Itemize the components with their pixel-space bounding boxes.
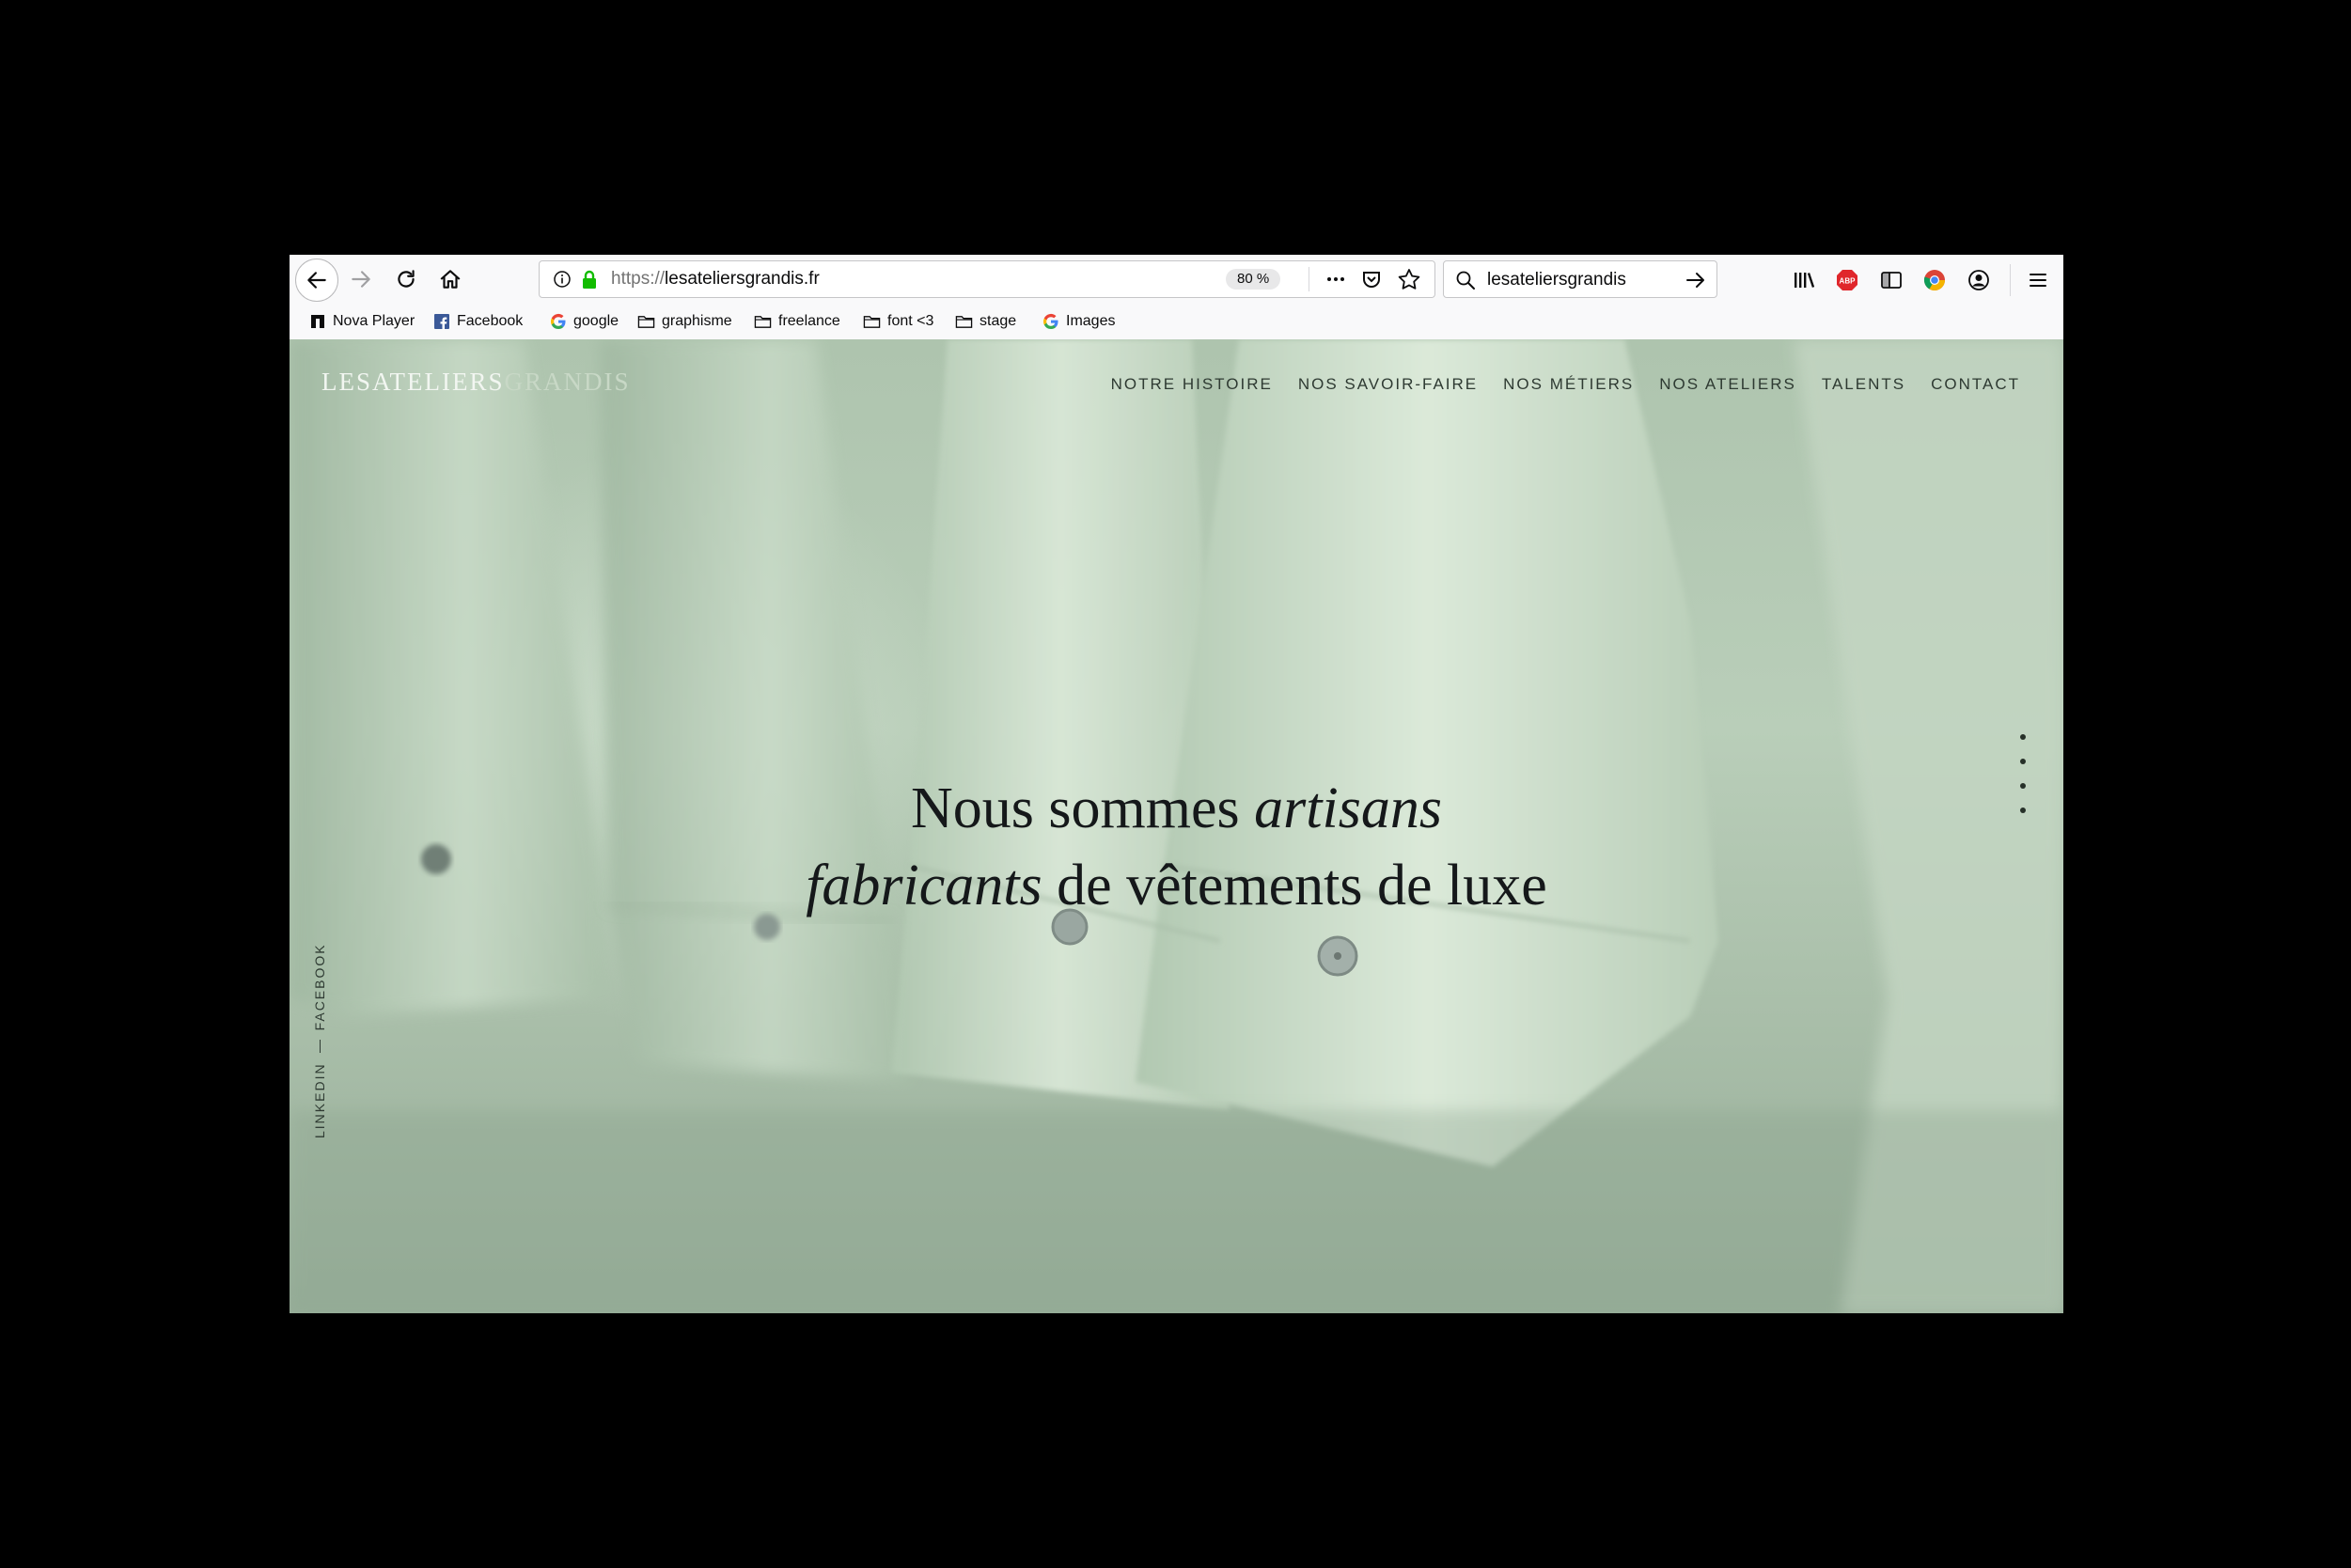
bookmark-folder-font[interactable]: font <3 [863,310,933,333]
bookmark-label: font <3 [887,313,934,329]
back-arrow-icon [307,272,326,289]
star-icon[interactable] [1395,267,1423,291]
nav-notre-histoire[interactable]: NOTRE HISTOIRE [1111,375,1273,394]
web-page: LESATELIERSGRANDIS NOTRE HISTOIRE NOS SA… [290,339,2063,1313]
more-icon[interactable] [1320,267,1352,291]
hero-heading: Nous sommes artisans fabricants de vêtem… [290,770,2063,924]
back-button[interactable] [295,259,338,302]
logo-part-ateliers: ATELIERS [372,368,505,396]
nav-contact[interactable]: CONTACT [1931,375,2020,394]
social-links: LINKEDIN FACEBOOK [312,913,331,1138]
search-icon [1456,271,1475,290]
arrow-right-icon[interactable] [1685,269,1707,291]
menu-button[interactable] [2024,266,2052,294]
bookmark-google[interactable]: google [549,310,619,333]
account-icon [1968,270,1989,290]
account-button[interactable] [1965,266,1993,294]
adblock-plus-icon: ABP [1837,270,1857,290]
nav-nos-savoir-faire[interactable]: NOS SAVOIR-FAIRE [1298,375,1478,394]
bookmark-label: google [573,313,619,329]
nav-nos-metiers[interactable]: NOS MÉTIERS [1503,375,1634,394]
lock-icon[interactable] [581,269,598,290]
hero-emphasis: fabricants [806,854,1042,917]
sidebar-icon [1881,272,1902,289]
bookmarks-bar: Nova Player Facebook google graphisme fr… [290,304,2063,340]
google-icon [549,313,567,331]
url-protocol: https:// [611,269,666,289]
pagination-dot[interactable] [2020,759,2026,764]
nova-icon [308,313,326,331]
hero-emphasis: artisans [1254,776,1442,840]
folder-icon [754,313,772,331]
hero-text: de vêtements de luxe [1042,854,1547,917]
hero-line-2: fabricants de vêtements de luxe [806,854,1547,917]
folder-icon [863,313,881,331]
info-icon[interactable] [553,270,572,289]
folder-icon [955,313,973,331]
url-host: lesateliersgrandis.fr [665,269,820,289]
facebook-link[interactable]: FACEBOOK [312,943,327,1030]
folder-icon [637,313,655,331]
hero-line-1: Nous sommes artisans [911,776,1442,840]
forward-button[interactable] [342,260,380,298]
bookmark-label: Nova Player [333,313,415,329]
bookmark-label: graphisme [662,313,732,329]
hero-text: Nous sommes [911,776,1255,840]
library-icon [1795,273,1815,288]
chrome-icon [1923,270,1945,290]
bookmark-folder-freelance[interactable]: freelance [754,310,840,333]
bookmark-folder-stage[interactable]: stage [955,310,1016,333]
bookmark-folder-graphisme[interactable]: graphisme [637,310,732,333]
zoom-indicator[interactable]: 80 % [1226,269,1281,290]
home-button[interactable] [431,260,469,298]
bookmark-label: Images [1066,313,1116,329]
linkedin-link[interactable]: LINKEDIN [312,1062,327,1138]
main-navigation: NOTRE HISTOIRE NOS SAVOIR-FAIRE NOS MÉTI… [1086,375,2020,394]
svg-text:ABP: ABP [1840,277,1857,286]
browser-toolbar: https://lesateliersgrandis.fr 80 % lesat… [290,255,2063,304]
nav-nos-ateliers[interactable]: NOS ATELIERS [1659,375,1796,394]
bookmark-label: Facebook [457,313,524,329]
browser-window: https://lesateliersgrandis.fr 80 % lesat… [290,255,2063,1313]
facebook-icon [432,313,450,331]
logo-part-les: LES [321,368,373,396]
search-input[interactable]: lesateliersgrandis [1487,270,1626,290]
bookmark-label: freelance [778,313,840,329]
toolbar-separator [2010,264,2011,296]
home-icon [440,270,461,289]
adblock-button[interactable]: ABP [1833,266,1861,294]
nav-talents[interactable]: TALENTS [1822,375,1905,394]
bookmark-nova-player[interactable]: Nova Player [308,310,415,333]
forward-arrow-icon [352,271,370,288]
bookmark-label: stage [980,313,1017,329]
library-button[interactable] [1790,266,1818,294]
hamburger-menu-icon [2030,274,2046,287]
search-bar[interactable]: lesateliersgrandis [1443,260,1717,298]
logo-part-grandis: GRANDIS [504,368,631,396]
reload-button[interactable] [387,260,425,298]
reload-icon [398,270,415,288]
chrome-extension-button[interactable] [1920,266,1949,294]
url-text[interactable]: https://lesateliersgrandis.fr [611,269,820,290]
google-icon [1042,313,1059,331]
site-logo[interactable]: LESATELIERSGRANDIS [321,368,631,397]
bookmark-facebook[interactable]: Facebook [432,310,523,333]
url-bar[interactable]: https://lesateliersgrandis.fr 80 % [539,260,1435,298]
sidebar-button[interactable] [1877,266,1905,294]
pagination-dot[interactable] [2020,734,2026,740]
bookmark-images[interactable]: Images [1042,310,1115,333]
pocket-icon[interactable] [1357,267,1386,291]
social-divider [319,1040,321,1054]
